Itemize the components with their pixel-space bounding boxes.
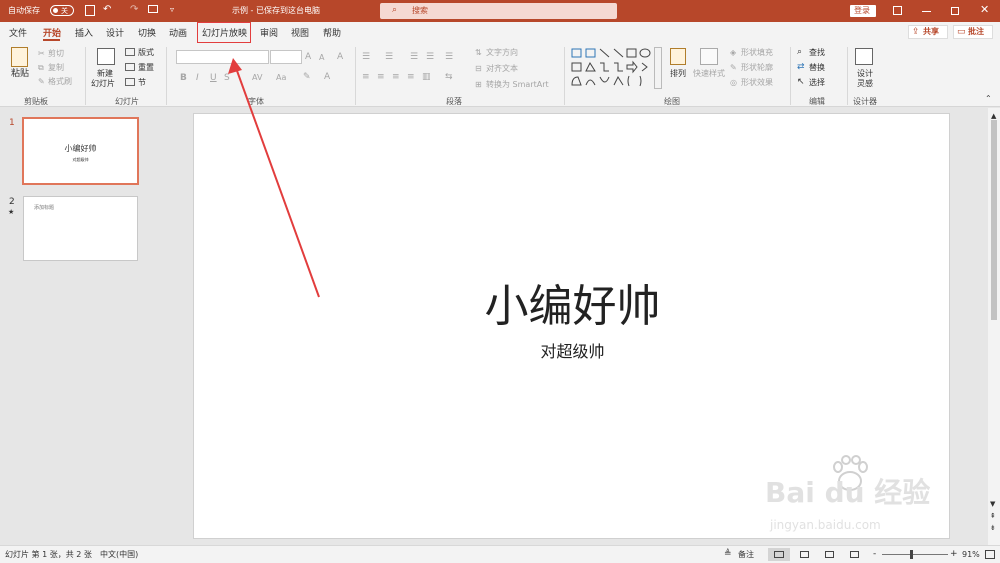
powerpoint-window: 自动保存 关 ↶ ↷ ▿ 示例 - 已保存到这台电脑 ⌕ 搜索 登录 ✕ 文件 … [0, 0, 1000, 563]
normal-view-icon [774, 551, 784, 558]
zoom-slider-thumb[interactable] [910, 550, 913, 559]
slideshow-view-icon[interactable] [850, 551, 859, 558]
zoom-out-button[interactable]: - [873, 548, 876, 560]
zoom-slider[interactable] [882, 554, 948, 555]
zoom-in-button[interactable]: + [950, 548, 958, 560]
notes-button[interactable]: 备注 [738, 549, 754, 561]
reading-view-icon[interactable] [825, 551, 834, 558]
notes-icon[interactable]: ≜ [724, 548, 732, 560]
language-indicator[interactable]: 中文(中国) [100, 549, 138, 561]
status-bar: 幻灯片 第 1 张，共 2 张 中文(中国) ≜ 备注 - + 91% [0, 545, 1000, 563]
fit-to-window-icon[interactable] [985, 550, 995, 559]
slide-info: 幻灯片 第 1 张，共 2 张 [5, 550, 92, 559]
watermark-url: jingyan.baidu.com [770, 518, 881, 532]
watermark: Bai du 经验 jingyan.baidu.com [765, 455, 990, 540]
zoom-level[interactable]: 91% [962, 549, 980, 561]
normal-view-button[interactable] [768, 548, 790, 561]
watermark-text: Bai du 经验 [765, 476, 931, 509]
slide-sorter-icon[interactable] [800, 551, 809, 558]
